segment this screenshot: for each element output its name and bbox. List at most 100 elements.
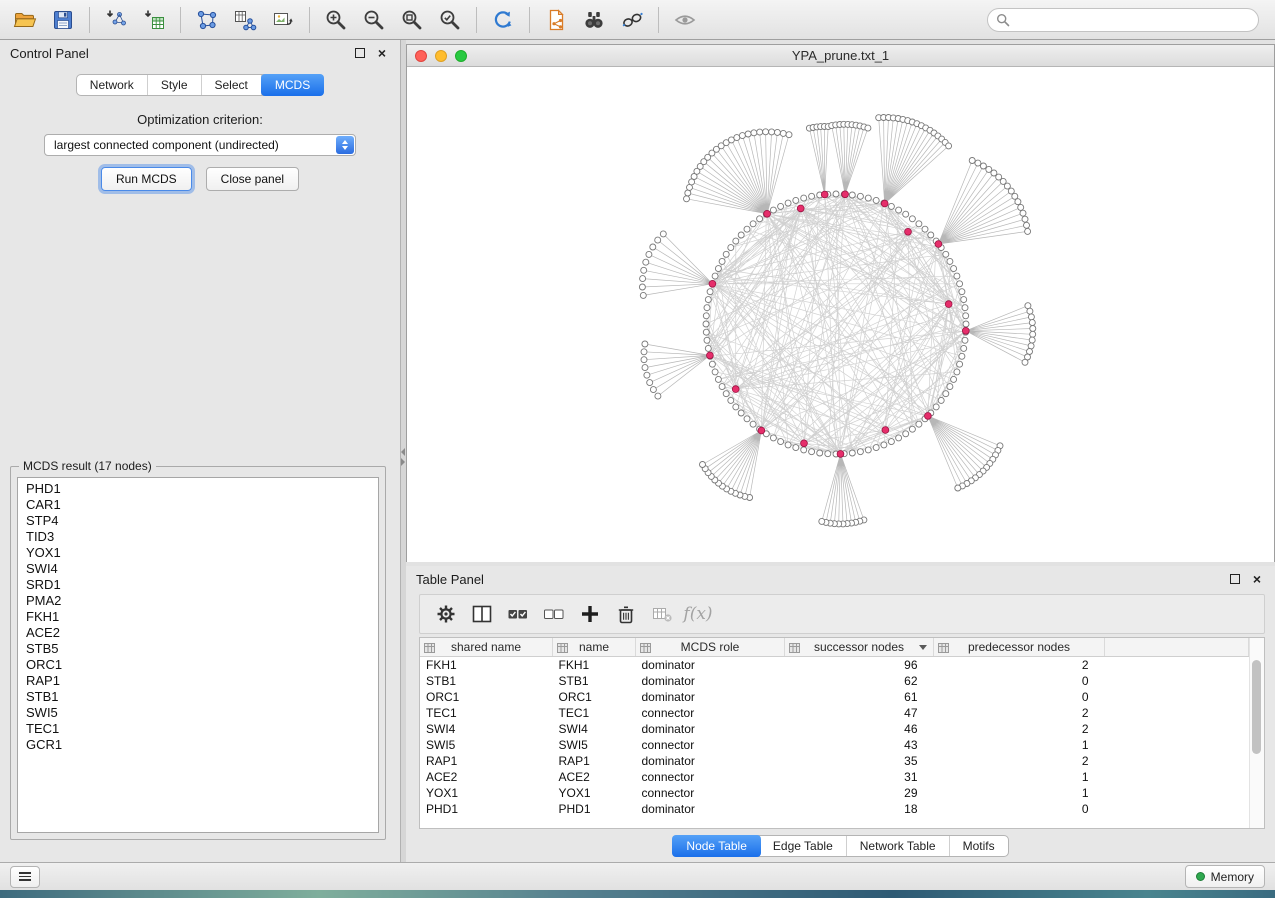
tab-network[interactable]: Network xyxy=(77,75,148,95)
run-mcds-button[interactable]: Run MCDS xyxy=(101,167,192,191)
mcds-result-item[interactable]: FKH1 xyxy=(18,609,378,625)
cell-filler xyxy=(1105,753,1249,769)
mcds-result-item[interactable]: RAP1 xyxy=(18,673,378,689)
table-row[interactable]: SWI5SWI5connector431 xyxy=(420,737,1249,753)
first-neighbors-button[interactable] xyxy=(575,3,613,37)
create-column-button[interactable] xyxy=(572,598,608,630)
network-canvas[interactable] xyxy=(407,67,1274,562)
column-header-MCDS-role[interactable]: MCDS role xyxy=(636,638,785,657)
cell: SWI5 xyxy=(553,737,636,753)
network-view-window: YPA_prune.txt_1 xyxy=(406,44,1275,562)
table-row[interactable]: RAP1RAP1dominator352 xyxy=(420,753,1249,769)
import-network-icon xyxy=(104,8,128,32)
tab-node-table[interactable]: Node Table xyxy=(672,835,761,857)
tab-mcds[interactable]: MCDS xyxy=(261,74,324,96)
table-row[interactable]: FKH1FKH1dominator962 xyxy=(420,657,1249,674)
float-panel-button[interactable] xyxy=(352,45,368,61)
network-from-table-button[interactable] xyxy=(226,3,264,37)
column-header-name[interactable]: name xyxy=(553,638,636,657)
task-history-button[interactable] xyxy=(10,866,40,888)
network-window-titlebar[interactable]: YPA_prune.txt_1 xyxy=(407,45,1274,67)
mcds-result-item[interactable]: CAR1 xyxy=(18,497,378,513)
search-input[interactable] xyxy=(1010,12,1250,28)
mcds-result-item[interactable]: PHD1 xyxy=(18,481,378,497)
tab-style[interactable]: Style xyxy=(148,75,202,95)
node-table-grid: shared namenameMCDS rolesuccessor nodesp… xyxy=(420,638,1249,817)
table-row[interactable]: YOX1YOX1connector291 xyxy=(420,785,1249,801)
splitter-expand-icon[interactable] xyxy=(401,458,405,466)
table-settings-button[interactable] xyxy=(428,598,464,630)
criterion-dropdown[interactable]: largest connected component (undirected) xyxy=(44,134,356,156)
close-control-panel-button[interactable]: × xyxy=(374,45,390,61)
toolbar-separator xyxy=(309,7,310,33)
mcds-result-item[interactable]: PMA2 xyxy=(18,593,378,609)
cell: SWI4 xyxy=(553,721,636,737)
tab-select[interactable]: Select xyxy=(202,75,262,95)
table-row[interactable]: ACE2ACE2connector311 xyxy=(420,769,1249,785)
control-panel-tabs: NetworkStyleSelectMCDS xyxy=(76,74,324,96)
import-table-button[interactable] xyxy=(135,3,173,37)
style-preview-button[interactable] xyxy=(613,3,651,37)
apply-layout-button[interactable] xyxy=(484,3,522,37)
mcds-result-item[interactable]: YOX1 xyxy=(18,545,378,561)
network-icon xyxy=(195,8,219,32)
export-network-button[interactable] xyxy=(537,3,575,37)
export-image-button[interactable] xyxy=(264,3,302,37)
search-box[interactable] xyxy=(987,8,1259,32)
mcds-result-item[interactable]: STB1 xyxy=(18,689,378,705)
select-all-button[interactable] xyxy=(500,598,536,630)
mcds-result-item[interactable]: STB5 xyxy=(18,641,378,657)
deselect-all-button[interactable] xyxy=(536,598,572,630)
mcds-result-item[interactable]: TEC1 xyxy=(18,721,378,737)
save-session-button[interactable] xyxy=(44,3,82,37)
table-row[interactable]: STB1STB1dominator620 xyxy=(420,673,1249,689)
zoom-in-button[interactable] xyxy=(317,3,355,37)
cell: SWI4 xyxy=(420,721,553,737)
float-table-panel-button[interactable] xyxy=(1227,571,1243,587)
import-table-icon xyxy=(142,8,166,32)
splitter-collapse-icon[interactable] xyxy=(401,448,405,456)
eye-icon xyxy=(673,8,697,32)
table-row[interactable]: ORC1ORC1dominator610 xyxy=(420,689,1249,705)
table-row[interactable]: SWI4SWI4dominator462 xyxy=(420,721,1249,737)
tab-network-table[interactable]: Network Table xyxy=(847,836,950,856)
mcds-result-item[interactable]: SWI4 xyxy=(18,561,378,577)
import-network-button[interactable] xyxy=(97,3,135,37)
mcds-result-item[interactable]: SWI5 xyxy=(18,705,378,721)
cell-filler xyxy=(1105,721,1249,737)
column-header-successor-nodes[interactable]: successor nodes xyxy=(785,638,934,657)
mcds-result-item[interactable]: STP4 xyxy=(18,513,378,529)
mcds-result-item[interactable]: GCR1 xyxy=(18,737,378,753)
mcds-result-item[interactable]: ORC1 xyxy=(18,657,378,673)
zoom-out-button[interactable] xyxy=(355,3,393,37)
new-network-button[interactable] xyxy=(188,3,226,37)
mcds-result-item[interactable]: TID3 xyxy=(18,529,378,545)
tab-edge-table[interactable]: Edge Table xyxy=(760,836,847,856)
cell: dominator xyxy=(636,689,785,705)
show-columns-button[interactable] xyxy=(464,598,500,630)
delete-column-button[interactable] xyxy=(608,598,644,630)
table-scrollbar[interactable] xyxy=(1249,638,1264,828)
open-file-button[interactable] xyxy=(6,3,44,37)
zoom-selected-button[interactable] xyxy=(431,3,469,37)
column-header-shared-name[interactable]: shared name xyxy=(420,638,553,657)
gear-icon xyxy=(435,603,457,625)
scrollbar-thumb[interactable] xyxy=(1252,660,1261,754)
function-builder-button[interactable]: f(x) xyxy=(680,598,716,630)
tab-motifs[interactable]: Motifs xyxy=(950,836,1008,856)
cell-filler xyxy=(1105,705,1249,721)
memory-button[interactable]: Memory xyxy=(1185,865,1265,888)
table-row[interactable]: PHD1PHD1dominator180 xyxy=(420,801,1249,817)
column-header-predecessor-nodes[interactable]: predecessor nodes xyxy=(934,638,1105,657)
show-hide-button[interactable] xyxy=(666,3,704,37)
close-table-panel-button[interactable]: × xyxy=(1249,571,1265,587)
column-menu-chevron-icon[interactable] xyxy=(919,645,927,650)
zoom-fit-button[interactable] xyxy=(393,3,431,37)
close-panel-button[interactable]: Close panel xyxy=(206,167,299,191)
table-row[interactable]: TEC1TEC1connector472 xyxy=(420,705,1249,721)
mcds-result-item[interactable]: ACE2 xyxy=(18,625,378,641)
network-graph[interactable] xyxy=(407,67,1274,562)
mcds-result-item[interactable]: SRD1 xyxy=(18,577,378,593)
cell: 2 xyxy=(934,705,1105,721)
clear-table-button[interactable] xyxy=(644,598,680,630)
